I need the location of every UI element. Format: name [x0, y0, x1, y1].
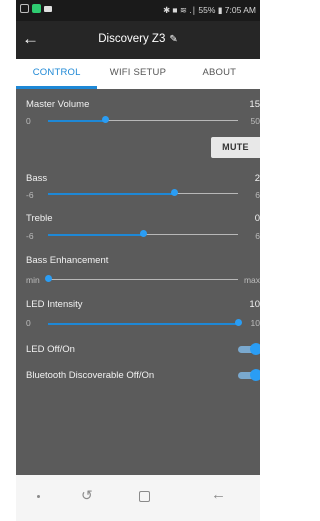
home-icon[interactable]: [139, 491, 150, 502]
led-intensity-min: 0: [26, 318, 31, 328]
slider-fill: [48, 234, 143, 236]
slider-thumb[interactable]: [44, 275, 52, 282]
master-volume-slider[interactable]: [48, 116, 238, 126]
led-toggle[interactable]: [238, 343, 260, 355]
app-bar: ← Discovery Z3 ✎: [16, 21, 260, 59]
bluetooth-toggle[interactable]: [238, 369, 260, 381]
bass-slider[interactable]: [48, 189, 238, 199]
bass-enhancement-slider[interactable]: [44, 275, 238, 285]
app-notification-icon: [32, 4, 41, 13]
slider-thumb[interactable]: [234, 319, 242, 326]
nav-dot-icon[interactable]: [37, 495, 40, 498]
bluetooth-toggle-label: Bluetooth Discoverable Off/On: [26, 370, 155, 381]
treble-max: 6: [255, 231, 260, 241]
bass-enhancement-max: max: [243, 275, 260, 285]
toggle-knob[interactable]: [250, 369, 260, 381]
bass-max: 6: [255, 190, 260, 200]
tab-wifi-setup[interactable]: WIFI SETUP: [97, 59, 178, 89]
notification-icons: [20, 4, 52, 13]
master-volume-label: Master Volume: [26, 99, 90, 110]
slider-thumb[interactable]: [171, 189, 179, 196]
tab-bar: CONTROL WIFI SETUP ABOUT: [16, 59, 260, 89]
status-indicators: ✱ ■ ≋ .∣ 55% ▮ 7:05 AM: [162, 5, 256, 15]
slider-thumb[interactable]: [101, 116, 109, 123]
notification-icon: [20, 4, 29, 13]
slider-thumb[interactable]: [139, 230, 147, 237]
led-intensity-value: 10: [249, 299, 260, 310]
master-volume-value: 15: [249, 99, 260, 110]
mute-button[interactable]: MUTE: [211, 137, 260, 158]
led-intensity-label: LED Intensity: [26, 299, 83, 310]
led-intensity-max: 10: [250, 318, 260, 328]
slider-track: [48, 279, 238, 280]
page-title[interactable]: Discovery Z3 ✎: [16, 33, 260, 45]
toggle-knob[interactable]: [250, 343, 260, 355]
recent-apps-icon[interactable]: ↺: [81, 487, 93, 504]
message-icon: [44, 5, 52, 12]
bass-min: -6: [26, 190, 34, 200]
phone-screen: ✱ ■ ≋ .∣ 55% ▮ 7:05 AM ← Discovery Z3 ✎ C…: [16, 0, 260, 521]
status-bar: ✱ ■ ≋ .∣ 55% ▮ 7:05 AM: [16, 0, 260, 21]
treble-slider[interactable]: [48, 230, 238, 240]
tab-control[interactable]: CONTROL: [16, 59, 98, 89]
bass-label: Bass: [26, 173, 48, 184]
slider-fill: [48, 323, 238, 325]
system-nav-bar: ↺ ←: [16, 475, 260, 521]
slider-fill: [48, 193, 175, 195]
pencil-icon[interactable]: ✎: [169, 34, 177, 45]
led-intensity-slider[interactable]: [48, 319, 242, 329]
led-toggle-label: LED Off/On: [26, 344, 75, 355]
treble-value: 0: [254, 213, 260, 224]
tab-about[interactable]: ABOUT: [179, 59, 260, 89]
bass-value: 2: [254, 173, 260, 184]
master-volume-min: 0: [26, 116, 31, 126]
device-name: Discovery Z3: [98, 33, 166, 45]
slider-fill: [48, 120, 105, 122]
treble-label: Treble: [26, 213, 53, 224]
treble-min: -6: [26, 231, 34, 241]
bass-enhancement-min: min: [26, 275, 40, 285]
back-icon[interactable]: ←: [211, 486, 226, 503]
control-panel: Master Volume 15 0 50 MUTE Bass 2 -6 6 T…: [16, 89, 260, 475]
master-volume-max: 50: [250, 116, 260, 126]
bass-enhancement-label: Bass Enhancement: [26, 255, 109, 266]
